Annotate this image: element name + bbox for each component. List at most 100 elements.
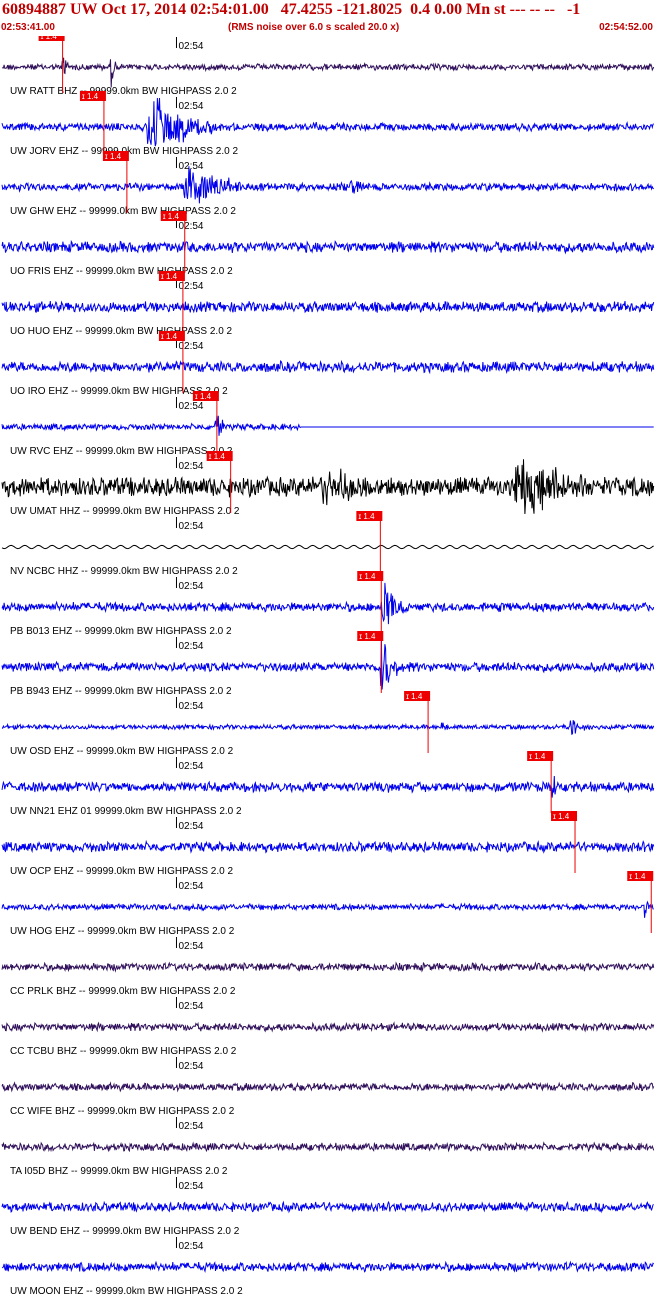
waveform-line <box>1 1141 655 1153</box>
pick-label: ɪ 1.4 <box>209 452 226 461</box>
minute-tick-label: 02:54 <box>178 401 203 412</box>
minute-tick-label: 02:54 <box>178 821 203 832</box>
waveform-line <box>1 582 655 625</box>
trace-panel: 02:54 UW BEND EHZ -- 99999.0km BW HIGHPAS… <box>1 1177 654 1237</box>
trace-panel: 02:54 UW UMAT HHZ -- 99999.0km BW HIGHPAS… <box>1 451 655 517</box>
station-label: PB B943 EHZ -- 99999.0km BW HIGHPASS 2.0… <box>10 686 232 697</box>
trace-panel: 02:54 CC TCBU BHZ -- 99999.0km BW HIGHPAS… <box>1 997 655 1057</box>
pick-label: ɪ 1.4 <box>629 872 646 881</box>
station-label: NV NCBC HHZ -- 99999.0km BW HIGHPASS 2.0… <box>10 566 238 577</box>
trace-panel: 02:54 UO FRIS EHZ -- 99999.0km BW HIGHPAS… <box>1 211 655 277</box>
station-label: UW MOON EHZ -- 99999.0km BW HIGHPASS 2.0… <box>10 1286 243 1297</box>
minute-tick-label: 02:54 <box>178 161 203 172</box>
minute-tick-label: 02:54 <box>178 461 203 472</box>
waveform-line <box>1 166 655 204</box>
minute-tick-label: 02:54 <box>178 281 203 292</box>
minute-tick-label: 02:54 <box>178 1061 203 1072</box>
station-label: TA I05D BHZ -- 99999.0km BW HIGHPASS 2.0… <box>10 1166 228 1177</box>
end-time-label: 02:54:52.00 <box>599 22 653 33</box>
waveform-line <box>1 1021 655 1033</box>
waveform-line <box>1 839 655 854</box>
trace-panel: 02:54 CC PRLK BHZ -- 99999.0km BW HIGHPAS… <box>1 937 655 997</box>
station-label: UW OSD EHZ -- 99999.0km BW HIGHPASS 2.0 … <box>10 746 234 757</box>
pick-label: ɪ 1.4 <box>529 752 546 761</box>
trace-panel: 02:54UO IRO EHZ -- 99999.0km BW HIGHPASS… <box>1 331 655 397</box>
station-label: CC WIFE BHZ -- 99999.0km BW HIGHPASS 2.0… <box>10 1106 235 1117</box>
waveform-line <box>1 239 655 255</box>
trace-panel: 02:54 UW GHW EHZ -- 99999.0km BW HIGHPASS… <box>1 151 655 217</box>
waveform-line <box>1 900 654 918</box>
event-title: 60894887 UW Oct 17, 2014 02:54:01.00 47.… <box>2 1 581 18</box>
plot-header: 60894887 UW Oct 17, 2014 02:54:01.00 47.… <box>0 0 656 36</box>
trace-panel: 02:54 PB B943 EHZ -- 99999.0km BW HIGHPAS… <box>1 631 655 697</box>
pick-label: ɪ 1.4 <box>161 272 178 281</box>
minute-tick-label: 02:54 <box>178 641 203 652</box>
minute-tick-label: 02:54 <box>178 41 203 52</box>
waveform-line <box>1 1200 654 1214</box>
trace-panel: 02:54 NV NCBC HHZ -- 99999.0km BW HIGHPAS… <box>1 511 654 577</box>
pick-label: ɪ 1.4 <box>359 632 376 641</box>
pick-label: ɪ 1.4 <box>41 36 58 41</box>
trace-panel: 02:54 UW RATT BHZ -- 99999.0km BW HIGHPAS… <box>1 36 655 97</box>
minute-tick-label: 02:54 <box>178 1241 203 1252</box>
station-label: CC TCBU BHZ -- 99999.0km BW HIGHPASS 2.0… <box>10 1046 237 1057</box>
station-label: UO FRIS EHZ -- 99999.0km BW HIGHPASS 2.0… <box>10 266 233 277</box>
station-label: UW UMAT HHZ -- 99999.0km BW HIGHPASS 2.0… <box>10 506 240 517</box>
trace-panel: 02:54 CC WIFE BHZ -- 99999.0km BW HIGHPAS… <box>1 1057 655 1117</box>
waveform-line <box>1 57 655 88</box>
station-label: PB B013 EHZ -- 99999.0km BW HIGHPASS 2.0… <box>10 626 232 637</box>
pick-label: ɪ 1.4 <box>359 572 376 581</box>
waveform-line <box>1 775 655 798</box>
waveform-line <box>1 300 655 314</box>
station-label: UW BEND EHZ -- 99999.0km BW HIGHPASS 2.0… <box>10 1226 240 1237</box>
minute-tick-label: 02:54 <box>178 1121 203 1132</box>
station-label: CC PRLK BHZ -- 99999.0km BW HIGHPASS 2.0… <box>10 986 236 997</box>
trace-panel: 02:54 UW MOON EHZ -- 99999.0km BW HIGHPAS… <box>1 1237 655 1297</box>
station-label: UW GHW EHZ -- 99999.0km BW HIGHPASS 2.0 … <box>10 206 236 217</box>
pick-label: ɪ 1.4 <box>105 152 122 161</box>
seismogram-traces: 02:54 UW RATT BHZ -- 99999.0km BW HIGHPAS… <box>1 36 655 1297</box>
pick-label: ɪ 1.4 <box>358 512 375 521</box>
trace-panel: 02:54 UW RVC EHZ -- 99999.0km BW HIGHPASS… <box>1 391 654 457</box>
minute-tick-label: 02:54 <box>178 941 203 952</box>
trace-panel: 02:54 PB B013 EHZ -- 99999.0km BW HIGHPAS… <box>1 571 655 637</box>
waveform-line <box>1 1260 655 1274</box>
trace-panel: 02:54 UW OSD EHZ -- 99999.0km BW HIGHPASS… <box>1 691 655 757</box>
trace-panel: 02:54 UW NN21 EHZ 01 99999.0km BW HIGHPAS… <box>1 751 655 817</box>
station-label: UO HUO EHZ -- 99999.0km BW HIGHPASS 2.0 … <box>10 326 233 337</box>
trace-panel: 02:54UW JORV EHZ -- 99999.0km BW HIGHPAS… <box>1 91 655 157</box>
pick-label: ɪ 1.4 <box>163 212 180 221</box>
waveform-line <box>1 97 655 147</box>
minute-tick-label: 02:54 <box>178 881 203 892</box>
minute-tick-label: 02:54 <box>178 581 203 592</box>
rms-noise-note: (RMS noise over 6.0 s scaled 20.0 x) <box>228 22 400 33</box>
pick-label: ɪ 1.4 <box>553 812 570 821</box>
start-time-label: 02:53:41.00 <box>1 22 55 33</box>
station-label: UW NN21 EHZ 01 99999.0km BW HIGHPASS 2.0… <box>10 806 242 817</box>
waveform-line <box>1 544 654 550</box>
pick-label: ɪ 1.4 <box>161 332 178 341</box>
trace-panel: 02:54 UW HOG EHZ -- 99999.0km BW HIGHPASS… <box>1 871 654 937</box>
station-label: UW RVC EHZ -- 99999.0km BW HIGHPASS 2.0 … <box>10 446 233 457</box>
minute-tick-label: 02:54 <box>178 221 203 232</box>
minute-tick-label: 02:54 <box>178 701 203 712</box>
minute-tick-label: 02:54 <box>178 1181 203 1192</box>
pick-label: ɪ 1.4 <box>82 92 99 101</box>
waveform-line <box>1 720 655 736</box>
trace-panel: 02:54 UW OCP EHZ -- 99999.0km BW HIGHPASS… <box>1 811 655 877</box>
station-label: UW RATT BHZ -- 99999.0km BW HIGHPASS 2.0… <box>10 86 237 97</box>
minute-tick-label: 02:54 <box>178 341 203 352</box>
station-label: UW OCP EHZ -- 99999.0km BW HIGHPASS 2.0 … <box>10 866 233 877</box>
waveform-line <box>1 637 655 690</box>
trace-panel: 02:54 UO HUO EHZ -- 99999.0km BW HIGHPASS… <box>1 271 655 337</box>
waveform-line <box>1 961 655 973</box>
minute-tick-label: 02:54 <box>178 1001 203 1012</box>
station-label: UW HOG EHZ -- 99999.0km BW HIGHPASS 2.0 … <box>10 926 235 937</box>
waveform-line <box>1 1081 655 1093</box>
minute-tick-label: 02:54 <box>178 101 203 112</box>
pick-label: ɪ 1.4 <box>406 692 423 701</box>
minute-tick-label: 02:54 <box>178 761 203 772</box>
waveform-line <box>1 415 654 436</box>
minute-tick-label: 02:54 <box>178 521 203 532</box>
pick-label: ɪ 1.4 <box>195 392 212 401</box>
